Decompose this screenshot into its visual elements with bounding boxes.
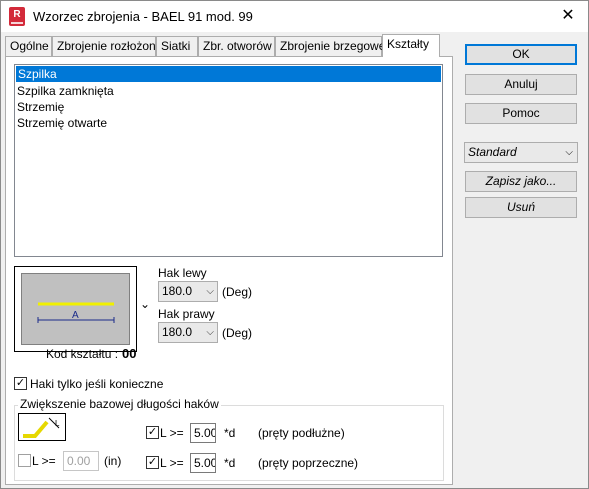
longitudinal-checkbox[interactable]: ✓ bbox=[146, 426, 159, 439]
list-item[interactable]: Strzemię otwarte bbox=[15, 115, 442, 131]
list-item[interactable]: Strzemię bbox=[15, 99, 442, 115]
close-icon[interactable]: ✕ bbox=[558, 5, 578, 27]
style-select[interactable]: Standard ⌵ bbox=[464, 142, 578, 163]
dimension-label: A bbox=[72, 310, 79, 321]
list-item[interactable]: Szpilka bbox=[16, 66, 441, 82]
hooks-only-if-needed-checkbox[interactable]: ✓ bbox=[14, 377, 27, 390]
transverse-label: L >= bbox=[160, 456, 184, 470]
shape-code-value: 00 bbox=[122, 346, 137, 361]
window-title: Wzorzec zbrojenia - BAEL 91 mod. 99 bbox=[33, 9, 253, 24]
hairpin-shape-icon: A bbox=[37, 302, 115, 323]
tab-edge-reinforcement[interactable]: Zbrojenie brzegowe bbox=[275, 36, 385, 56]
ok-button[interactable]: OK bbox=[465, 44, 577, 65]
transverse-checkbox[interactable]: ✓ bbox=[146, 456, 159, 469]
shape-list[interactable]: Szpilka Szpilka zamknięta Strzemię Strze… bbox=[14, 64, 443, 257]
chevron-down-icon[interactable]: ⌄ bbox=[140, 297, 150, 311]
longitudinal-suffix: *d bbox=[224, 426, 236, 440]
delete-button[interactable]: Usuń bbox=[465, 197, 577, 218]
longitudinal-label: L >= bbox=[160, 426, 184, 440]
title-bar: R Wzorzec zbrojenia - BAEL 91 mod. 99 ✕ bbox=[1, 1, 588, 32]
right-hook-unit: (Deg) bbox=[222, 326, 253, 340]
base-length-label: L >= bbox=[32, 454, 56, 468]
shapes-panel: Szpilka Szpilka zamknięta Strzemię Strze… bbox=[5, 56, 453, 485]
shape-preview[interactable]: A bbox=[14, 266, 137, 352]
tab-meshes[interactable]: Siatki bbox=[156, 36, 198, 56]
hooks-only-if-needed-label: Haki tylko jeśli konieczne bbox=[30, 377, 164, 391]
help-button[interactable]: Pomoc bbox=[465, 103, 577, 124]
longitudinal-desc: (pręty podłużne) bbox=[258, 426, 345, 440]
left-hook-unit: (Deg) bbox=[222, 285, 253, 299]
tab-general[interactable]: Ogólne bbox=[5, 36, 52, 56]
left-hook-label: Hak lewy bbox=[158, 266, 207, 280]
transverse-suffix: *d bbox=[224, 456, 236, 470]
base-length-checkbox[interactable] bbox=[18, 454, 31, 467]
transverse-input[interactable]: 5.00 bbox=[190, 453, 216, 473]
shape-code-label: Kod kształtu : bbox=[46, 347, 119, 361]
chevron-down-icon: ⌵ bbox=[206, 327, 214, 338]
base-length-input[interactable]: 0.00 bbox=[63, 451, 99, 471]
hook-length-icon: L bbox=[18, 413, 66, 441]
dialog-window: R Wzorzec zbrojenia - BAEL 91 mod. 99 ✕ … bbox=[0, 0, 589, 489]
chevron-down-icon: ⌵ bbox=[565, 147, 573, 158]
left-hook-select[interactable]: 180.0 ⌵ bbox=[158, 281, 218, 302]
cancel-button[interactable]: Anuluj bbox=[465, 74, 577, 95]
shape-code: Kod kształtu :00 bbox=[46, 346, 137, 361]
shape-preview-canvas: A bbox=[21, 273, 130, 345]
base-length-unit: (in) bbox=[104, 454, 122, 468]
right-hook-label: Hak prawy bbox=[158, 307, 215, 321]
longitudinal-input[interactable]: 5.00 bbox=[190, 423, 216, 443]
tab-distributed-reinforcement[interactable]: Zbrojenie rozłożone bbox=[52, 36, 162, 56]
hook-length-group-title: Zwiększenie bazowej długości haków bbox=[18, 397, 221, 411]
tab-shapes[interactable]: Kształty bbox=[382, 34, 440, 57]
tab-opening-reinforcement[interactable]: Zbr. otworów bbox=[198, 36, 275, 56]
right-hook-select[interactable]: 180.0 ⌵ bbox=[158, 322, 218, 343]
app-logo-icon: R bbox=[9, 7, 25, 26]
transverse-desc: (pręty poprzeczne) bbox=[258, 456, 359, 470]
svg-text:L: L bbox=[55, 419, 60, 428]
save-as-button[interactable]: Zapisz jako... bbox=[465, 171, 577, 192]
chevron-down-icon: ⌵ bbox=[206, 286, 214, 297]
list-item[interactable]: Szpilka zamknięta bbox=[15, 83, 442, 99]
